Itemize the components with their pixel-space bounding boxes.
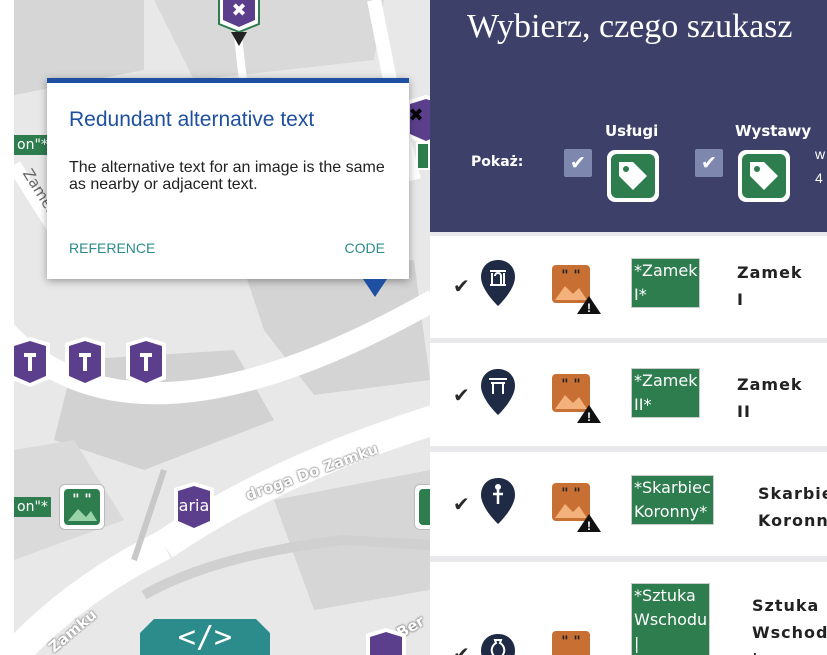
accessibility-tooltip: Redundant alternative text The alternati… <box>47 78 409 297</box>
svg-text:!: ! <box>587 301 591 315</box>
reference-link[interactable]: REFERENCE <box>69 240 155 256</box>
item-name: Zamek I <box>737 263 803 309</box>
show-label: Pokaż: <box>471 154 524 170</box>
code-link[interactable]: CODE <box>345 240 385 256</box>
check-icon: ✔ <box>453 274 470 298</box>
map-marker-image[interactable]: " " <box>59 484 105 530</box>
map-marker-image[interactable] <box>414 484 430 530</box>
map-marker-hand[interactable] <box>14 337 52 387</box>
tooltip-description: The alternative text for an image is the… <box>69 159 385 193</box>
close-icon: ✖ <box>231 0 247 21</box>
svg-text:!: ! <box>587 519 591 533</box>
list-item[interactable]: ✔ " " ! *Zamek I* Zamek I <box>430 236 827 338</box>
map-marker-label[interactable]: on"* <box>14 135 51 155</box>
map-marker-edge[interactable] <box>416 142 430 170</box>
tooltip-title: Redundant alternative text <box>69 108 315 131</box>
svg-text:!: ! <box>587 410 591 424</box>
tooltip-arrow <box>363 279 387 297</box>
map-marker-hand[interactable] <box>63 337 107 387</box>
checkbox-wystawy[interactable]: ✔ <box>695 149 723 177</box>
vase-pin-icon <box>481 634 515 655</box>
code-button[interactable]: </> <box>140 619 270 655</box>
category-count: w4 <box>815 146 826 186</box>
image-warning-icon: " " ! <box>549 480 601 533</box>
alt-text-label: *Zamek II* <box>630 368 701 418</box>
list-item[interactable]: ✔ " " *SztukaWschodu| SztukaWschod| <box>430 562 827 655</box>
tag-icon[interactable] <box>738 150 790 202</box>
svg-text:" ": " " <box>561 634 580 650</box>
list-item[interactable]: ✔ " " ! *Zamek II* Zamek II <box>430 343 827 446</box>
svg-text:" ": " " <box>561 268 580 284</box>
gate-pin-icon <box>481 369 515 415</box>
gate-pin-icon <box>481 260 515 306</box>
filter-panel: Wybierz, czego szukasz Pokaż: Usługi ✔ W… <box>430 0 827 655</box>
alt-text-label: *Skarbiec Koronny* <box>631 475 714 525</box>
tag-icon[interactable] <box>607 150 659 202</box>
check-icon: ✔ <box>453 642 470 655</box>
figure-pin-icon <box>481 478 515 524</box>
svg-text:" ": " " <box>561 377 580 393</box>
map-marker-hand[interactable] <box>124 337 168 387</box>
check-icon: ✔ <box>453 383 470 407</box>
list-item[interactable]: ✔ " " ! *Skarbiec Koronny* Skarbie Koronn <box>430 452 827 556</box>
checkbox-uslugi[interactable]: ✔ <box>564 149 592 177</box>
category-label-uslugi: Usługi <box>605 122 659 140</box>
map-marker-hand[interactable] <box>364 628 408 655</box>
map-marker-close[interactable]: ✖ <box>217 0 261 46</box>
alt-text-label: *Sztuka Wschodu | <box>630 583 711 655</box>
aria-label: aria <box>178 496 210 515</box>
item-name: Zamek II <box>737 375 803 421</box>
image-warning-icon: " " ! <box>549 262 601 315</box>
map-marker-label[interactable]: on"* <box>14 497 51 517</box>
svg-text:" ": " " <box>561 486 580 502</box>
panel-header: Wybierz, czego szukasz Pokaż: Usługi ✔ W… <box>430 0 827 232</box>
item-name: SztukaWschod| <box>752 596 827 655</box>
item-name: Skarbie Koronn <box>758 484 827 530</box>
image-warning-icon: " " <box>549 628 593 655</box>
alt-text-label: *Zamek I* <box>630 258 701 308</box>
check-icon: ✔ <box>453 492 470 516</box>
code-icon: </> <box>177 620 233 655</box>
map-marker-aria[interactable]: aria <box>172 482 216 532</box>
category-label-wystawy: Wystawy <box>735 122 812 140</box>
image-warning-icon: " " ! <box>549 371 601 424</box>
panel-title: Wybierz, czego szukasz <box>467 8 793 45</box>
